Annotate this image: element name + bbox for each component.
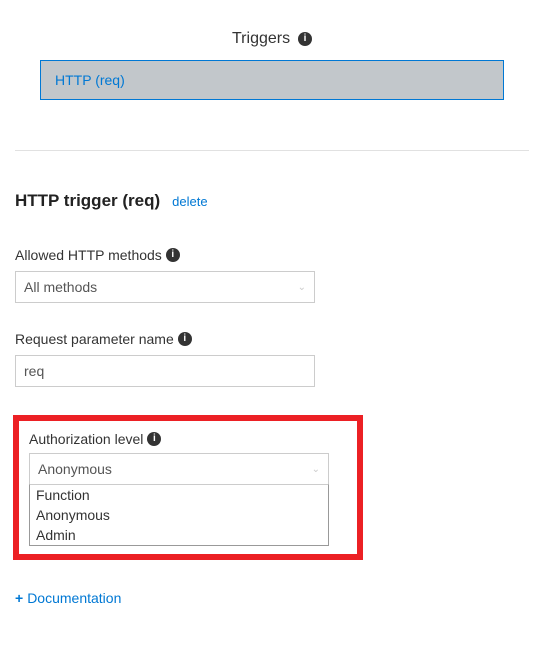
delete-link[interactable]: delete (172, 194, 207, 209)
info-icon[interactable]: i (298, 32, 312, 46)
auth-level-label: Authorization level (29, 431, 143, 447)
param-name-label: Request parameter name (15, 331, 174, 347)
auth-level-select[interactable]: Anonymous ⌄ (29, 453, 329, 485)
info-icon[interactable]: i (147, 432, 161, 446)
detail-title: HTTP trigger (req) (15, 191, 160, 211)
auth-level-value: Anonymous (38, 461, 112, 477)
chevron-down-icon: ⌄ (298, 282, 306, 293)
info-icon[interactable]: i (178, 332, 192, 346)
documentation-label: Documentation (27, 590, 121, 606)
chevron-down-icon: ⌄ (312, 464, 320, 475)
documentation-link[interactable]: + Documentation (0, 590, 544, 620)
auth-option-anonymous[interactable]: Anonymous (30, 505, 328, 525)
auth-option-admin[interactable]: Admin (30, 525, 328, 545)
trigger-item-http[interactable]: HTTP (req) (40, 60, 504, 100)
info-icon[interactable]: i (166, 248, 180, 262)
param-name-input-wrap[interactable] (15, 355, 315, 387)
plus-icon: + (15, 590, 23, 606)
auth-option-function[interactable]: Function (30, 485, 328, 505)
allowed-methods-select[interactable]: All methods ⌄ (15, 271, 315, 303)
divider (15, 150, 529, 151)
param-name-input[interactable] (24, 363, 306, 379)
triggers-heading: Triggers (232, 30, 290, 47)
auth-level-dropdown[interactable]: Function Anonymous Admin (29, 484, 329, 546)
highlight-box: Authorization level i Anonymous ⌄ Functi… (13, 415, 363, 560)
allowed-methods-label: Allowed HTTP methods (15, 247, 162, 263)
allowed-methods-value: All methods (24, 279, 97, 295)
